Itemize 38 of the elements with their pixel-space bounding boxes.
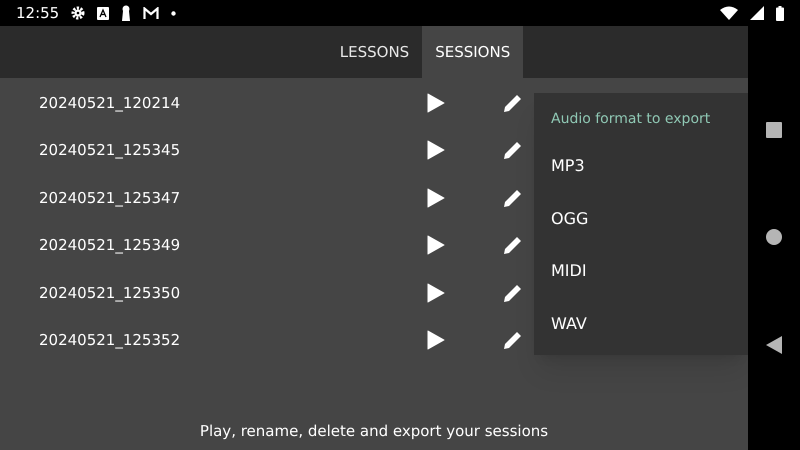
home-icon[interactable] xyxy=(766,228,782,245)
menu-item[interactable]: WAV xyxy=(534,298,748,350)
menu-item[interactable]: MP3 xyxy=(534,140,748,192)
session-name[interactable]: 20240521_125352 xyxy=(39,329,419,352)
session-name[interactable]: 20240521_125350 xyxy=(39,282,419,304)
play-button[interactable] xyxy=(426,329,446,352)
menu-item[interactable]: OGG xyxy=(534,192,748,245)
edit-button[interactable] xyxy=(504,282,524,303)
wifi-icon xyxy=(720,6,738,20)
keyhole-icon xyxy=(121,5,132,21)
hint-text: Play, rename, delete and export your sessions xyxy=(198,420,550,442)
menu-title: Audio format to export xyxy=(551,110,712,129)
tab[interactable]: SESSIONS xyxy=(422,26,524,78)
play-button[interactable] xyxy=(426,139,446,162)
edit-button[interactable] xyxy=(504,330,524,350)
app-icon xyxy=(97,6,110,20)
signal-icon xyxy=(750,6,764,20)
session-name[interactable]: 20240521_125347 xyxy=(39,186,419,209)
gear-icon xyxy=(71,6,86,20)
play-button[interactable] xyxy=(426,282,446,304)
play-button[interactable] xyxy=(426,186,446,209)
back-icon[interactable] xyxy=(766,336,782,354)
edit-button[interactable] xyxy=(504,92,524,113)
play-button[interactable] xyxy=(426,234,446,256)
menu-item[interactable]: MIDI xyxy=(534,245,748,298)
session-name[interactable]: 20240521_125349 xyxy=(39,234,419,256)
tab[interactable]: LESSONS xyxy=(326,26,422,78)
recents-icon[interactable] xyxy=(766,122,782,138)
mail-icon xyxy=(143,6,160,20)
session-name[interactable]: 20240521_120214 xyxy=(39,92,419,114)
clock: 12:55 xyxy=(16,2,60,24)
edit-button[interactable] xyxy=(504,140,524,160)
play-button[interactable] xyxy=(426,92,446,114)
edit-button[interactable] xyxy=(504,188,524,208)
battery-icon xyxy=(776,6,784,20)
session-name[interactable]: 20240521_125345 xyxy=(39,139,419,162)
dot-icon xyxy=(171,10,176,16)
edit-button[interactable] xyxy=(504,235,524,256)
